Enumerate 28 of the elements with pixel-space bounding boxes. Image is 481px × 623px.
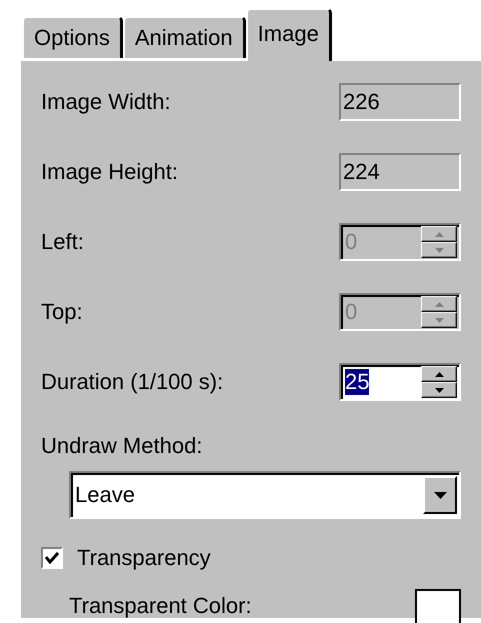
spin-down-button[interactable]: [421, 382, 457, 398]
down-arrow-icon: [434, 318, 444, 322]
up-arrow-icon: [434, 232, 444, 236]
field-label: Top:: [41, 299, 83, 325]
down-arrow-icon: [434, 248, 444, 252]
field-label: Undraw Method:: [41, 433, 202, 458]
field-label: Left:: [41, 229, 84, 255]
tab[interactable]: Image: [246, 8, 332, 61]
spin-up-button[interactable]: [421, 366, 457, 382]
dropdown-button[interactable]: [423, 476, 457, 514]
field-label: Image Width:: [41, 89, 171, 115]
field-label: Duration (1/100 s):: [41, 369, 224, 395]
tab[interactable]: Animation: [122, 16, 246, 58]
down-arrow-icon: [434, 388, 444, 392]
checkbox[interactable]: [41, 547, 63, 569]
checkmark-icon: [45, 552, 59, 564]
up-arrow-icon: [434, 372, 444, 376]
caret-icon: [434, 492, 446, 498]
field-label: Transparent Color:: [69, 593, 252, 619]
readonly-field: 224: [339, 153, 461, 191]
field-label: Image Height:: [41, 159, 178, 185]
spin-field[interactable]: 25: [339, 363, 461, 401]
tab[interactable]: Options: [22, 16, 123, 58]
up-arrow-icon: [434, 302, 444, 306]
dropdown-value: Leave: [75, 482, 135, 508]
checkbox-label: Transparency: [77, 545, 211, 571]
dropdown[interactable]: Leave: [69, 471, 461, 519]
readonly-field: 226: [339, 83, 461, 121]
